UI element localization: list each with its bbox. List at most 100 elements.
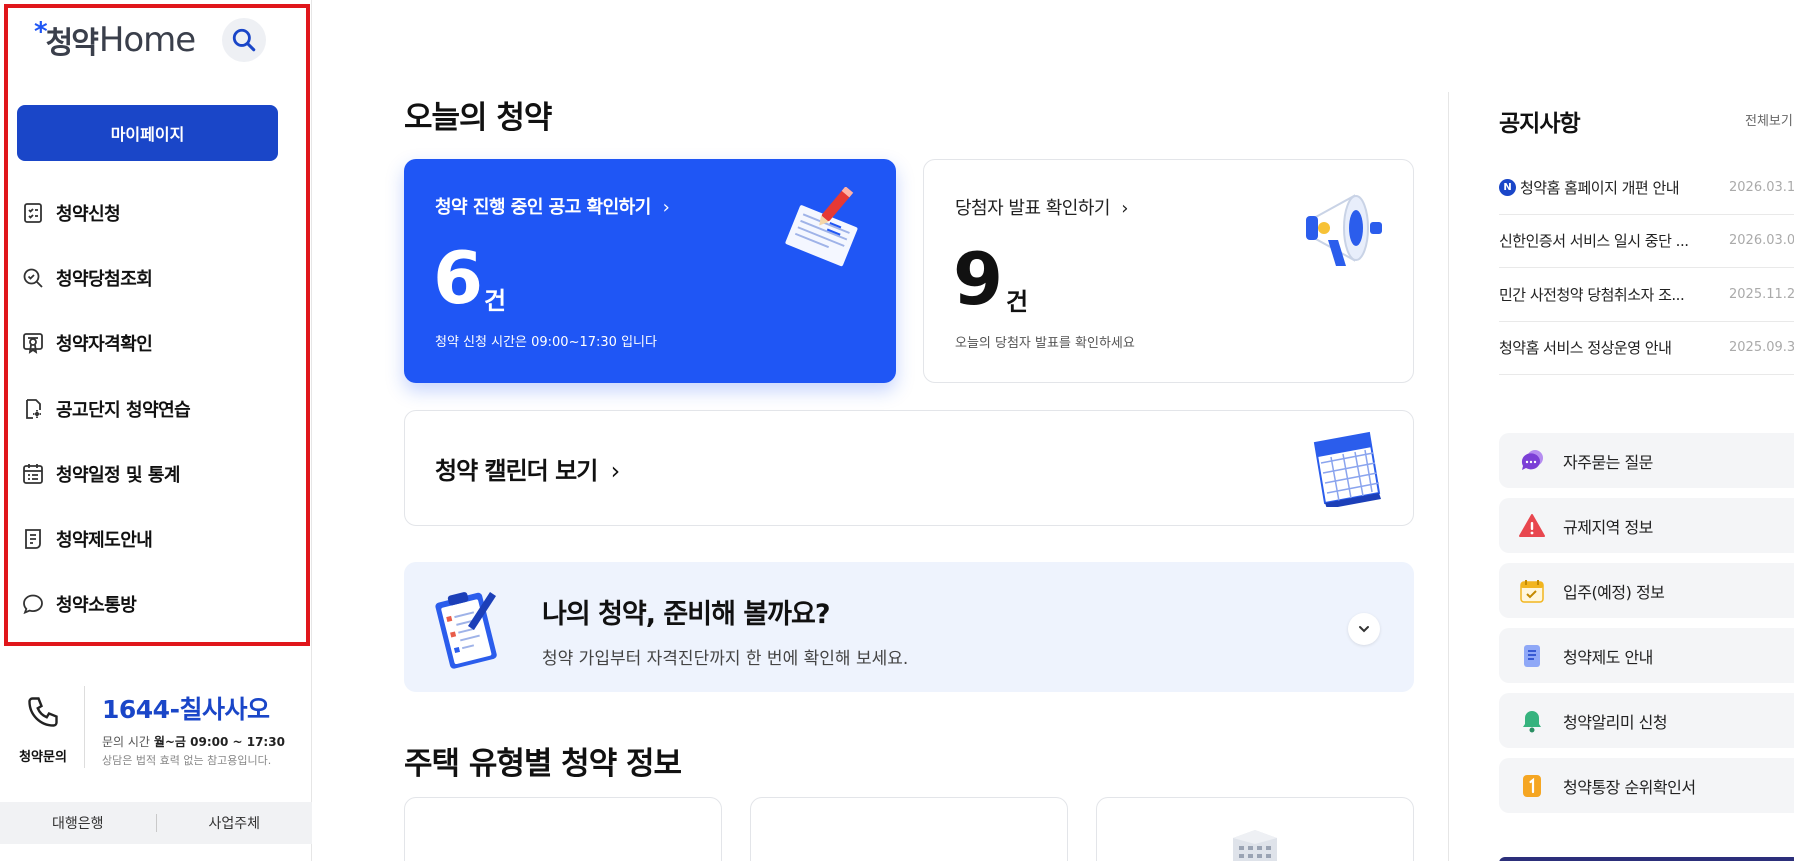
- quick-link-label: 입주(예정) 정보: [1563, 582, 1665, 602]
- notice-title: 청약홈 서비스 정상운영 안내: [1499, 339, 1672, 358]
- housing-type-card[interactable]: [1096, 797, 1414, 861]
- sidebar-item-label: 청약일정 및 통계: [56, 464, 180, 486]
- chat-bubble-icon: [20, 591, 46, 617]
- winner-announcement-card[interactable]: 당첨자 발표 확인하기 › 9 건 오늘의 당첨자 발표를 확인하세요: [923, 159, 1414, 383]
- quick-link-move-in[interactable]: 입주(예정) 정보: [1499, 563, 1794, 618]
- document-icon: [1516, 640, 1548, 672]
- ongoing-announcements-card[interactable]: 청약 진행 중인 공고 확인하기 › 6 건 청약 신청 시간은 09:00~1…: [404, 159, 896, 383]
- rank-one-icon: [1516, 770, 1548, 802]
- sidebar-item-win-lookup[interactable]: 청약당첨조회: [20, 245, 290, 310]
- calendar-link-label: 청약 캘린더 보기: [435, 457, 598, 485]
- certificate-icon: [20, 330, 46, 356]
- document-pencil-icon: [785, 187, 858, 267]
- sidebar-bottom-tabs: 대행은행 사업주체: [0, 802, 312, 844]
- site-logo[interactable]: * 청약 Home: [34, 16, 196, 64]
- search-icon: [232, 28, 256, 52]
- inquiry-note: 상담은 법적 효력 없는 참고용입니다.: [102, 754, 272, 767]
- quick-link-faq[interactable]: 자주묻는 질문: [1499, 433, 1794, 488]
- bell-icon: [1516, 705, 1548, 737]
- sidebar-item-label: 공고단지 청약연습: [56, 399, 191, 421]
- quick-link-regulated-area[interactable]: 규제지역 정보: [1499, 498, 1794, 553]
- sidebar-item-apply[interactable]: 청약신청: [20, 180, 290, 245]
- calendar-check-icon: [1516, 575, 1548, 607]
- ongoing-unit: 건: [484, 287, 507, 315]
- bottom-banner-edge[interactable]: [1499, 857, 1794, 861]
- calendar-list-icon: [20, 461, 46, 487]
- sidebar-menu: 청약신청 청약당첨조회 청약자격확인 공고단지 청약연습 청약일정 및 통계 청…: [20, 180, 290, 637]
- sidebar-item-schedule-stats[interactable]: 청약일정 및 통계: [20, 441, 290, 506]
- notice-item[interactable]: 민간 사전청약 당첨취소자 조... 2025.11.21: [1499, 268, 1794, 322]
- quick-link-label: 청약통장 순위확인서: [1563, 777, 1696, 797]
- megaphone-icon: [1306, 194, 1382, 266]
- search-check-icon: [20, 265, 46, 291]
- chevron-down-icon: [1359, 626, 1369, 633]
- notices-view-all-link[interactable]: 전체보기: [1745, 110, 1793, 129]
- ongoing-count: 6: [433, 236, 484, 320]
- inquiry-hours: 문의 시간 월~금 09:00 ~ 17:30: [102, 733, 285, 750]
- mypage-button[interactable]: 마이페이지: [17, 105, 278, 161]
- tab-business-entity[interactable]: 사업주체: [157, 813, 313, 833]
- calendar-icon: [1313, 431, 1381, 507]
- preparation-banner[interactable]: 나의 청약, 준비해 볼까요? 청약 가입부터 자격진단까지 한 번에 확인해 …: [404, 562, 1414, 692]
- sidebar-item-system-guide[interactable]: 청약제도안내: [20, 506, 290, 571]
- notice-list: N 청약홈 홈페이지 개편 안내 2026.03.11 신한인증서 서비스 일시…: [1499, 161, 1794, 375]
- logo-text-korean: 청약: [45, 26, 99, 61]
- sidebar-item-practice[interactable]: 공고단지 청약연습: [20, 376, 290, 441]
- sidebar-item-community[interactable]: 청약소통방: [20, 572, 290, 637]
- notice-item[interactable]: 신한인증서 서비스 일시 중단 ... 2026.03.06: [1499, 215, 1794, 268]
- ongoing-note: 청약 신청 시간은 09:00~17:30 입니다: [435, 335, 657, 350]
- expand-button[interactable]: [1348, 613, 1380, 645]
- notice-item[interactable]: N 청약홈 홈페이지 개편 안내 2026.03.11: [1499, 161, 1794, 215]
- notice-title: 청약홈 홈페이지 개편 안내: [1520, 178, 1680, 197]
- divider: [84, 686, 85, 768]
- sidebar-item-eligibility[interactable]: 청약자격확인: [20, 311, 290, 376]
- sidebar-item-label: 청약당첨조회: [56, 268, 153, 290]
- quick-link-rank-certificate[interactable]: 청약통장 순위확인서: [1499, 758, 1794, 813]
- column-divider: [1448, 92, 1449, 861]
- quick-link-label: 자주묻는 질문: [1563, 452, 1653, 472]
- housing-type-card[interactable]: [750, 797, 1068, 861]
- sidebar-item-label: 청약제도안내: [56, 530, 153, 552]
- preparation-subtitle: 청약 가입부터 자격진단까지 한 번에 확인해 보세요.: [542, 649, 909, 669]
- inquiry-hours-value: 월~금 09:00 ~ 17:30: [153, 735, 285, 749]
- winners-link-label: 당첨자 발표 확인하기: [955, 198, 1110, 219]
- faq-chat-icon: [1516, 445, 1548, 477]
- notices-title: 공지사항: [1499, 111, 1581, 137]
- phone-icon: [18, 694, 68, 734]
- quick-link-system-guide[interactable]: 청약제도 안내: [1499, 628, 1794, 683]
- notice-title: 신한인증서 서비스 일시 중단 ...: [1499, 232, 1689, 251]
- quick-link-label: 규제지역 정보: [1563, 517, 1653, 537]
- ongoing-link-label: 청약 진행 중인 공고 확인하기: [435, 197, 651, 218]
- housing-type-card[interactable]: [404, 797, 722, 861]
- search-button[interactable]: [222, 18, 266, 62]
- checklist-icon: [20, 200, 46, 226]
- inquiry-label: 청약문의: [19, 750, 67, 765]
- clipboard-icon: [435, 592, 497, 669]
- inquiry-phone-number[interactable]: 1644-칠사사오: [102, 690, 270, 726]
- notice-title: 민간 사전청약 당첨취소자 조...: [1499, 285, 1685, 304]
- quick-link-label: 청약알리미 신청: [1563, 712, 1668, 732]
- today-title: 오늘의 청약: [404, 100, 552, 136]
- tab-agent-bank[interactable]: 대행은행: [0, 813, 156, 833]
- sidebar-item-label: 청약소통방: [56, 595, 137, 617]
- ongoing-link: 청약 진행 중인 공고 확인하기 ›: [435, 193, 670, 219]
- notice-date: 2026.03.06: [1729, 233, 1794, 249]
- notice-item[interactable]: 청약홈 서비스 정상운영 안내 2025.09.30: [1499, 322, 1794, 375]
- winners-count: 9: [953, 237, 1004, 321]
- sidebar-item-label: 청약신청: [56, 203, 121, 225]
- housing-type-title: 주택 유형별 청약 정보: [404, 746, 682, 782]
- practice-icon: [20, 396, 46, 422]
- chevron-right-icon: ›: [610, 457, 621, 485]
- chevron-right-icon: ›: [662, 197, 670, 218]
- quick-link-alert-signup[interactable]: 청약알리미 신청: [1499, 693, 1794, 748]
- logo-text-english: Home: [98, 20, 196, 60]
- notice-date: 2025.11.21: [1729, 286, 1794, 302]
- new-badge: N: [1499, 178, 1516, 196]
- sidebar: * 청약 Home 마이페이지 청약신청 청약당첨조회 청약자격확인 공고단지 …: [0, 0, 312, 861]
- calendar-link: 청약 캘린더 보기 ›: [435, 451, 621, 486]
- notice-date: 2025.09.30: [1729, 340, 1794, 356]
- calendar-card[interactable]: 청약 캘린더 보기 ›: [404, 410, 1414, 526]
- winners-unit: 건: [1006, 288, 1029, 316]
- quick-links: 자주묻는 질문 규제지역 정보 입주(예정) 정보 청약제도 안내 청약알리미 …: [1499, 433, 1794, 823]
- quick-link-label: 청약제도 안내: [1563, 647, 1653, 667]
